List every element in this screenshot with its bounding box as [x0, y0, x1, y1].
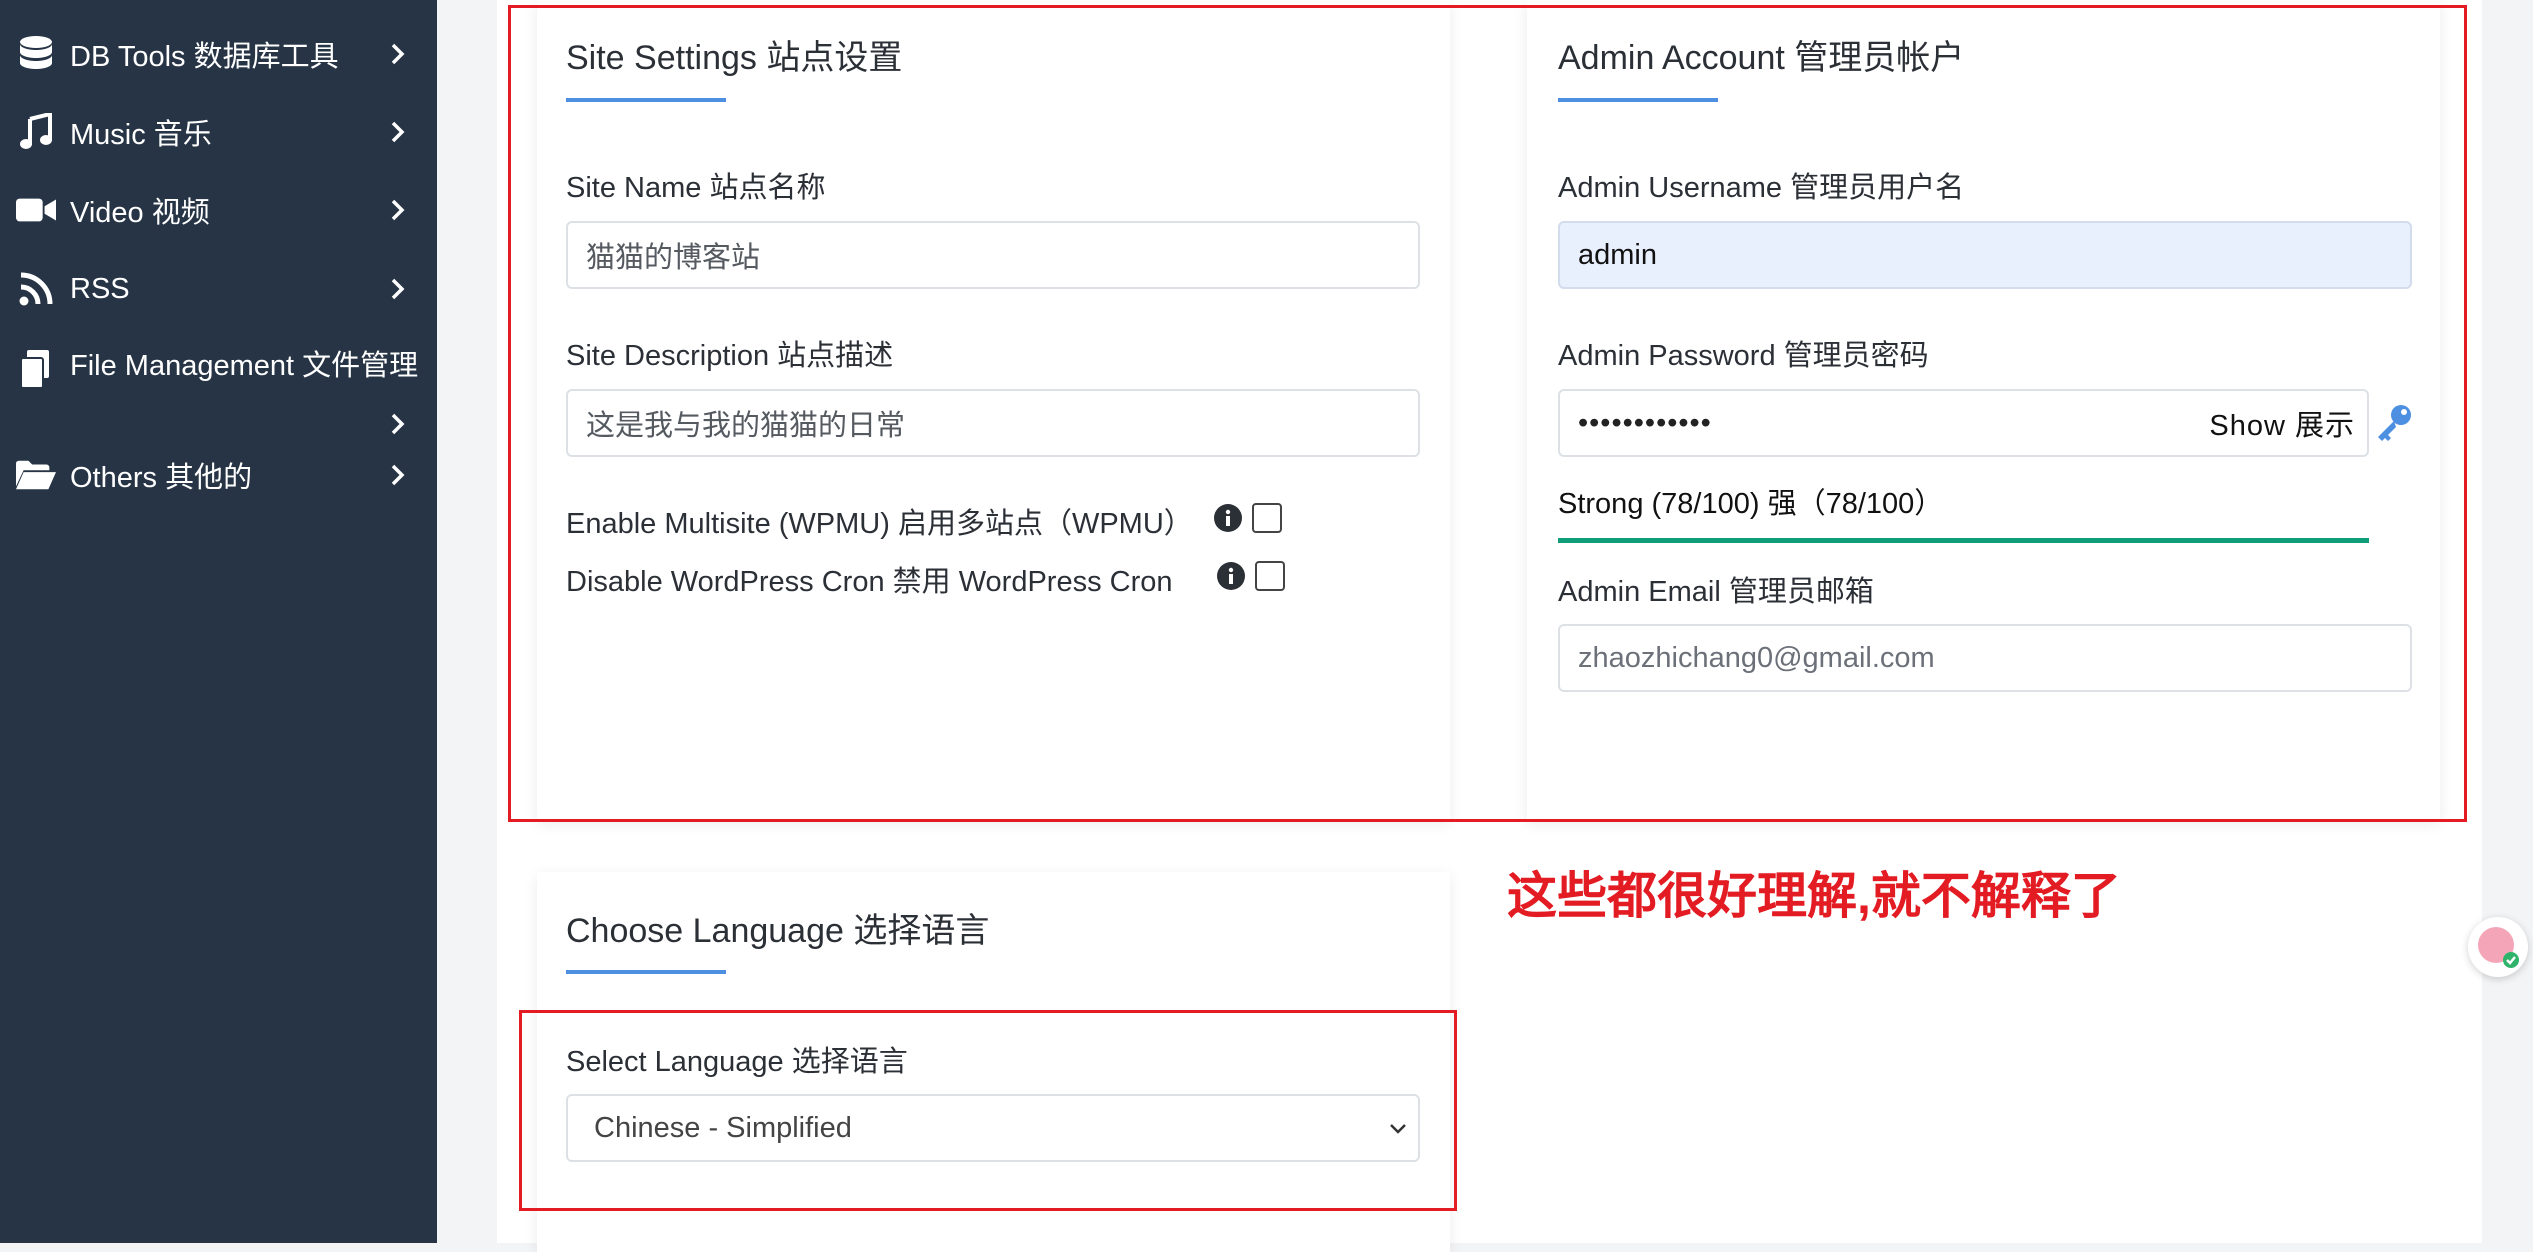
- sidebar-item-file-management[interactable]: File Management 文件管理: [0, 332, 437, 452]
- sidebar-item-label: File Management 文件管理: [70, 350, 419, 382]
- highlight-box-language: [519, 1010, 1457, 1211]
- video-icon: [16, 190, 56, 230]
- chevron-right-icon: [391, 199, 405, 221]
- chevron-right-icon: [391, 278, 405, 300]
- sidebar-item-label: RSS: [70, 272, 130, 305]
- highlight-box-settings: [508, 5, 2467, 822]
- sidebar-item-label: Music 音乐: [70, 119, 212, 151]
- sidebar-item-others[interactable]: Others 其他的: [0, 439, 437, 511]
- chevron-right-icon: [391, 43, 405, 65]
- database-icon: [16, 34, 56, 74]
- sidebar-item-label: Others 其他的: [70, 462, 253, 494]
- sidebar-item-rss[interactable]: RSS: [0, 253, 437, 325]
- file-icon: [16, 350, 56, 390]
- sidebar-item-music[interactable]: Music 音乐: [0, 96, 437, 168]
- translate-icon: [2478, 927, 2519, 968]
- language-title: Choose Language 选择语言: [566, 912, 990, 950]
- chevron-right-icon: [391, 464, 405, 486]
- title-underline: [566, 970, 726, 974]
- rss-icon: [16, 269, 56, 309]
- chevron-right-icon: [391, 413, 405, 435]
- sidebar-item-label: DB Tools 数据库工具: [70, 41, 339, 73]
- sidebar-item-video[interactable]: Video 视频: [0, 174, 437, 246]
- sidebar-item-label: Video 视频: [70, 197, 210, 229]
- music-icon: [16, 112, 56, 152]
- sidebar: DB Tools 数据库工具 Music 音乐 Video 视频 RSS Fil…: [0, 0, 437, 1243]
- folder-open-icon: [16, 455, 56, 495]
- annotation-text: 这些都很好理解,就不解释了: [1507, 868, 2121, 924]
- sidebar-item-db-tools[interactable]: DB Tools 数据库工具: [0, 18, 437, 90]
- translate-widget[interactable]: [2468, 917, 2528, 977]
- chevron-right-icon: [391, 121, 405, 143]
